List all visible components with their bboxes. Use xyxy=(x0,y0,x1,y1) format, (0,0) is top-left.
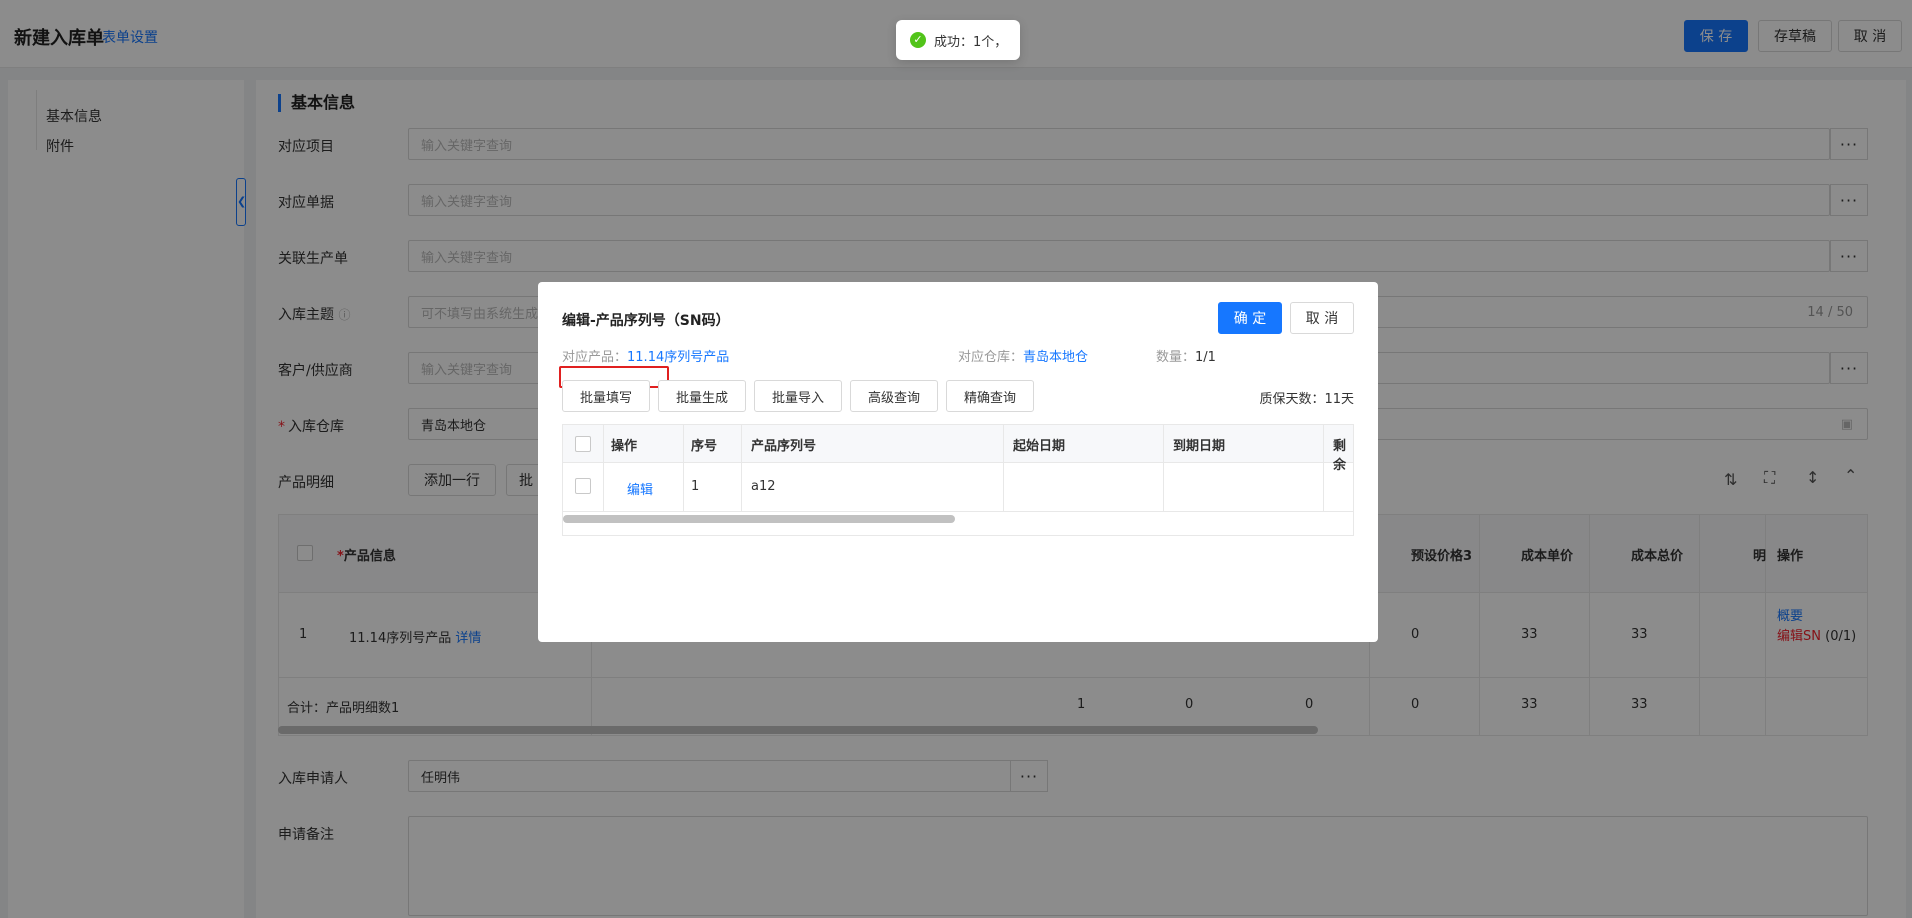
sn-row-index: 1 xyxy=(691,479,700,494)
sn-row-serial[interactable]: a12 xyxy=(751,479,776,494)
warranty-days: 质保天数：11天 xyxy=(1259,392,1354,407)
sn-header-op: 操作 xyxy=(611,439,638,454)
sn-header-index: 序号 xyxy=(691,439,718,454)
sn-header-start-date: 起始日期 xyxy=(1013,439,1066,454)
row-divider xyxy=(563,511,1353,512)
batch-fill-button[interactable]: 批量填写 xyxy=(562,380,650,412)
batch-import-button[interactable]: 批量导入 xyxy=(754,380,842,412)
sn-header-end-date: 到期日期 xyxy=(1173,439,1226,454)
sn-select-all-checkbox[interactable] xyxy=(575,436,591,452)
modal-confirm-button[interactable]: 确 定 xyxy=(1218,302,1282,334)
column-divider xyxy=(603,425,604,511)
advanced-search-button[interactable]: 高级查询 xyxy=(850,380,938,412)
column-divider xyxy=(741,425,742,511)
sn-table: 操作 序号 产品序列号 起始日期 到期日期 剩余 编辑 1 a12 xyxy=(562,424,1354,536)
toast-text: 成功：1个， xyxy=(934,34,1008,50)
modal-quantity: 数量：1/1 xyxy=(1156,350,1216,365)
batch-generate-button[interactable]: 批量生成 xyxy=(658,380,746,412)
sn-header-serial: 产品序列号 xyxy=(751,439,817,454)
success-toast: ✓ 成功：1个， xyxy=(896,20,1020,60)
sn-table-scrollbar[interactable] xyxy=(563,515,955,523)
column-divider xyxy=(1003,425,1004,511)
sn-row-checkbox[interactable] xyxy=(575,478,591,494)
column-divider xyxy=(683,425,684,511)
modal-product: 对应产品：11.14序列号产品 xyxy=(562,350,730,365)
exact-search-button[interactable]: 精确查询 xyxy=(946,380,1034,412)
modal-title: 编辑-产品序列号（SN码） xyxy=(562,313,730,329)
sn-header-remaining: 剩余 xyxy=(1333,439,1347,473)
column-divider xyxy=(1163,425,1164,511)
modal-product-link[interactable]: 11.14序列号产品 xyxy=(627,350,729,365)
check-icon: ✓ xyxy=(910,32,926,48)
column-divider xyxy=(1323,425,1324,511)
sn-row-edit-link[interactable]: 编辑 xyxy=(627,479,653,498)
modal-cancel-button[interactable]: 取 消 xyxy=(1290,302,1354,334)
edit-sn-modal: 编辑-产品序列号（SN码） 确 定 取 消 对应产品：11.14序列号产品 对应… xyxy=(538,282,1378,642)
sn-table-header xyxy=(563,425,1353,463)
modal-warehouse: 对应仓库：青岛本地仓 xyxy=(958,350,1089,365)
